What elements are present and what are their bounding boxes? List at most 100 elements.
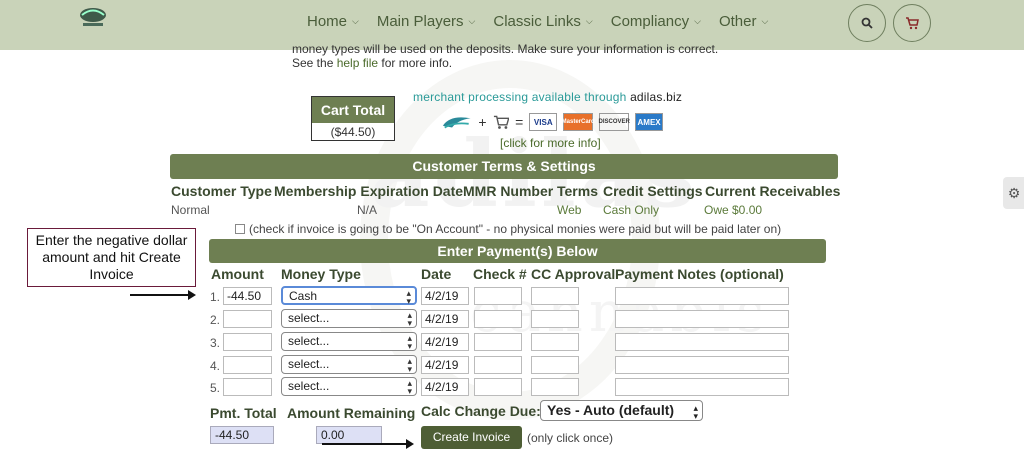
mmr-number-header: MMR Number <box>463 183 554 199</box>
current-receivables-value: Owe $0.00 <box>704 203 763 217</box>
membership-expiration-header: Membership Expiration Date <box>274 183 464 199</box>
nav-main-players-label: Main Players <box>376 13 464 30</box>
merchant-text-label: merchant processing available through <box>413 90 631 104</box>
cart-icon <box>906 16 919 29</box>
nav-classic-links-label: Classic Links <box>493 13 581 30</box>
on-account-label: (check if invoice is going to be "On Acc… <box>249 222 782 236</box>
amount-remaining-label: Amount Remaining <box>287 405 416 421</box>
date-column-header: Date <box>421 266 452 282</box>
amount-input[interactable] <box>223 310 272 328</box>
terms-header: Terms <box>557 183 598 199</box>
chevron-down-icon: ⌵ <box>694 16 701 26</box>
nav-main-players[interactable]: Main Players ⌵ <box>377 13 476 30</box>
select-arrows-icon: ▴ ▾ <box>407 333 412 351</box>
on-account-checkbox[interactable] <box>235 224 245 234</box>
money-type-select[interactable]: select... ▴ ▾ <box>281 355 417 374</box>
check-number-input[interactable] <box>474 287 522 305</box>
adilas-logo[interactable] <box>78 6 108 28</box>
calc-change-label: Calc Change Due: <box>421 403 541 419</box>
money-type-value: select... <box>288 379 330 393</box>
row-number: 3. <box>210 336 221 350</box>
row-number: 2. <box>210 313 221 327</box>
discover-card-icon: DISCOVER <box>599 113 630 131</box>
amount-remaining-field: 0.00 <box>316 426 382 444</box>
cc-approval-input[interactable] <box>531 378 579 396</box>
intro-help-line: See the help file for more info. <box>292 56 718 70</box>
select-arrows-icon: ▴ ▾ <box>693 403 698 421</box>
date-input[interactable]: 4/2/19 <box>421 310 469 328</box>
calc-change-select[interactable]: Yes - Auto (default) ▴ ▾ <box>540 400 703 421</box>
amount-input[interactable] <box>223 378 272 396</box>
date-input[interactable]: 4/2/19 <box>421 287 469 305</box>
merchant-text: merchant processing available through ad… <box>413 90 693 104</box>
instruction-callout: Enter the negative dollar amount and hit… <box>27 228 196 287</box>
only-click-once-note: (only click once) <box>527 431 614 445</box>
payments-header: Enter Payment(s) Below <box>209 239 826 263</box>
pmt-total-label: Pmt. Total <box>210 405 277 421</box>
date-input[interactable]: 4/2/19 <box>421 378 469 396</box>
nav-other-label: Other <box>718 13 757 30</box>
cc-approval-column-header: CC Approval <box>531 266 616 282</box>
cc-approval-input[interactable] <box>531 356 579 374</box>
current-receivables-header: Current Receivables <box>705 183 841 199</box>
credit-settings-value: Cash Only <box>603 203 660 217</box>
check-number-column-header: Check # <box>473 266 527 282</box>
nav-classic-links[interactable]: Classic Links ⌵ <box>493 13 592 30</box>
cc-approval-input[interactable] <box>531 287 579 305</box>
chevron-down-icon: ⌵ <box>585 16 593 26</box>
money-type-value: select... <box>288 311 330 325</box>
payment-notes-input[interactable] <box>615 378 789 396</box>
more-info-link[interactable]: [click for more info] <box>500 136 601 150</box>
help-file-link[interactable]: help file <box>337 56 378 70</box>
nav-compliancy[interactable]: Compliancy ⌵ <box>611 13 701 30</box>
payment-notes-input[interactable] <box>615 356 789 374</box>
plus-icon: + <box>478 114 487 130</box>
chevron-down-icon: ⌵ <box>468 16 476 26</box>
money-type-value: Cash <box>289 289 318 303</box>
money-type-value: select... <box>288 357 330 371</box>
cart-total-title: Cart Total <box>312 97 394 123</box>
nav-home[interactable]: Home ⌵ <box>307 13 359 30</box>
arrow-to-create-button-icon <box>322 439 414 449</box>
gear-icon: ⚙ <box>1007 184 1021 201</box>
membership-expiration-value: N/A <box>357 203 378 217</box>
amount-input[interactable] <box>223 356 272 374</box>
cc-approval-input[interactable] <box>531 333 579 351</box>
amount-input[interactable] <box>223 333 272 351</box>
visa-card-icon: VISA <box>529 113 558 131</box>
check-number-input[interactable] <box>474 333 522 351</box>
check-number-input[interactable] <box>474 310 522 328</box>
date-input[interactable]: 4/2/19 <box>421 333 469 351</box>
credit-settings-header: Credit Settings <box>603 183 703 199</box>
on-account-row: (check if invoice is going to be "On Acc… <box>235 222 781 236</box>
search-button[interactable] <box>848 4 886 42</box>
settings-tab[interactable]: ⚙ <box>1003 177 1024 209</box>
money-type-select[interactable]: select... ▴ ▾ <box>281 377 417 396</box>
nav-other[interactable]: Other ⌵ <box>719 13 768 30</box>
money-type-select[interactable]: Cash ▴ ▾ <box>281 286 417 306</box>
money-type-column-header: Money Type <box>281 266 361 282</box>
money-type-select[interactable]: select... ▴ ▾ <box>281 309 417 328</box>
select-arrows-icon: ▴ ▾ <box>406 288 411 306</box>
equals-icon: = <box>515 114 524 130</box>
payment-notes-input[interactable] <box>615 310 789 328</box>
row-number: 5. <box>210 381 221 395</box>
chevron-down-icon: ⌵ <box>761 16 769 26</box>
payment-notes-input[interactable] <box>615 333 789 351</box>
amount-input[interactable]: -44.50 <box>223 287 272 305</box>
payment-notes-input[interactable] <box>615 287 789 305</box>
check-number-input[interactable] <box>474 378 522 396</box>
nav-compliancy-label: Compliancy <box>610 13 690 30</box>
intro-text: money types will be used on the deposits… <box>292 42 718 70</box>
merchant-processing[interactable]: merchant processing available through ad… <box>413 90 693 131</box>
create-invoice-button[interactable]: Create Invoice <box>421 426 522 449</box>
check-number-input[interactable] <box>474 356 522 374</box>
cart-total-box: Cart Total ($44.50) <box>311 96 395 141</box>
money-type-select[interactable]: select... ▴ ▾ <box>281 332 417 351</box>
cart-total-value: ($44.50) <box>330 125 376 139</box>
select-arrows-icon: ▴ ▾ <box>407 378 412 396</box>
cc-approval-input[interactable] <box>531 310 579 328</box>
arrow-to-amount-icon <box>130 290 196 300</box>
cart-button[interactable] <box>893 4 931 42</box>
date-input[interactable]: 4/2/19 <box>421 356 469 374</box>
